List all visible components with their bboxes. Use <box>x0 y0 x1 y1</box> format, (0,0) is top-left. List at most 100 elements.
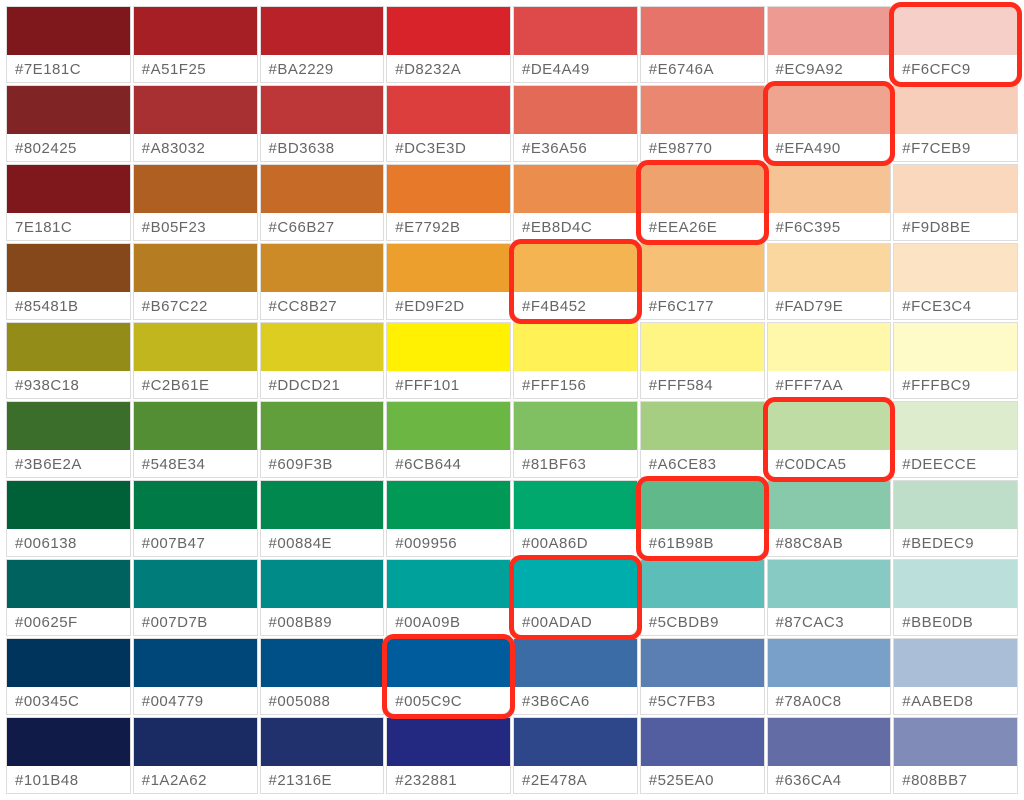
color-swatch[interactable]: #1A2A62 <box>133 717 258 794</box>
color-swatch[interactable]: #BEDEC9 <box>893 480 1018 557</box>
color-swatch[interactable]: #232881 <box>386 717 511 794</box>
color-swatch[interactable]: #548E34 <box>133 401 258 478</box>
color-swatch[interactable]: #007D7B <box>133 559 258 636</box>
color-swatch[interactable]: #78A0C8 <box>767 638 892 715</box>
color-swatch[interactable]: #DE4A49 <box>513 6 638 83</box>
color-swatch[interactable]: #BA2229 <box>260 6 385 83</box>
color-swatch[interactable]: #00A09B <box>386 559 511 636</box>
color-swatch[interactable]: #F6C395 <box>767 164 892 241</box>
color-block <box>768 7 891 55</box>
color-swatch[interactable]: #A51F25 <box>133 6 258 83</box>
color-swatch[interactable]: #F6C177 <box>640 243 765 320</box>
color-swatch[interactable]: #A6CE83 <box>640 401 765 478</box>
color-swatch[interactable]: #F6CFC9 <box>893 6 1018 83</box>
color-swatch[interactable]: #EEA26E <box>640 164 765 241</box>
color-swatch[interactable]: #DEECCE <box>893 401 1018 478</box>
color-swatch[interactable]: #21316E <box>260 717 385 794</box>
color-swatch[interactable]: #938C18 <box>6 322 131 399</box>
color-swatch[interactable]: #00345C <box>6 638 131 715</box>
color-swatch[interactable]: #C66B27 <box>260 164 385 241</box>
color-swatch[interactable]: #802425 <box>6 85 131 162</box>
color-swatch[interactable]: #101B48 <box>6 717 131 794</box>
color-hex-label: #BBE0DB <box>894 608 1017 635</box>
color-block <box>7 560 130 608</box>
color-swatch[interactable]: #88C8AB <box>767 480 892 557</box>
color-swatch[interactable]: #FFF156 <box>513 322 638 399</box>
color-swatch[interactable]: #DC3E3D <box>386 85 511 162</box>
color-block <box>641 560 764 608</box>
color-swatch[interactable]: #009956 <box>386 480 511 557</box>
color-swatch[interactable]: #FFF7AA <box>767 322 892 399</box>
color-swatch[interactable]: #7E181C <box>6 6 131 83</box>
color-block <box>514 7 637 55</box>
color-block <box>7 639 130 687</box>
color-swatch[interactable]: #E6746A <box>640 6 765 83</box>
color-swatch[interactable]: #A83032 <box>133 85 258 162</box>
color-hex-label: #6CB644 <box>387 450 510 477</box>
color-block <box>7 165 130 213</box>
color-swatch[interactable]: #81BF63 <box>513 401 638 478</box>
color-hex-label: #7E181C <box>7 55 130 82</box>
color-swatch[interactable]: #2E478A <box>513 717 638 794</box>
color-swatch[interactable]: #5CBDB9 <box>640 559 765 636</box>
color-swatch[interactable]: #EC9A92 <box>767 6 892 83</box>
color-swatch[interactable]: #F4B452 <box>513 243 638 320</box>
color-swatch[interactable]: #609F3B <box>260 401 385 478</box>
color-swatch[interactable]: #00ADAD <box>513 559 638 636</box>
color-swatch[interactable]: #5C7FB3 <box>640 638 765 715</box>
color-swatch[interactable]: #EB8D4C <box>513 164 638 241</box>
color-swatch[interactable]: #BD3638 <box>260 85 385 162</box>
color-swatch[interactable]: #00884E <box>260 480 385 557</box>
color-swatch[interactable]: #636CA4 <box>767 717 892 794</box>
color-swatch[interactable]: #FFFBC9 <box>893 322 1018 399</box>
color-swatch[interactable]: #BBE0DB <box>893 559 1018 636</box>
color-swatch[interactable]: #D8232A <box>386 6 511 83</box>
color-swatch[interactable]: #00A86D <box>513 480 638 557</box>
color-swatch[interactable]: #85481B <box>6 243 131 320</box>
color-hex-label: #1A2A62 <box>134 766 257 793</box>
color-swatch[interactable]: #3B6E2A <box>6 401 131 478</box>
color-swatch[interactable]: #CC8B27 <box>260 243 385 320</box>
color-block <box>387 481 510 529</box>
color-swatch[interactable]: #6CB644 <box>386 401 511 478</box>
color-swatch[interactable]: #FCE3C4 <box>893 243 1018 320</box>
color-swatch[interactable]: #B05F23 <box>133 164 258 241</box>
color-swatch[interactable]: #E36A56 <box>513 85 638 162</box>
color-swatch[interactable]: #AABED8 <box>893 638 1018 715</box>
color-hex-label: #EB8D4C <box>514 213 637 240</box>
color-block <box>894 402 1017 450</box>
color-swatch[interactable]: #E7792B <box>386 164 511 241</box>
color-swatch[interactable]: #DDCD21 <box>260 322 385 399</box>
color-swatch[interactable]: #005C9C <box>386 638 511 715</box>
color-swatch[interactable]: #004779 <box>133 638 258 715</box>
color-swatch[interactable]: #87CAC3 <box>767 559 892 636</box>
color-hex-label: #61B98B <box>641 529 764 556</box>
color-swatch[interactable]: #E98770 <box>640 85 765 162</box>
color-swatch[interactable]: #005088 <box>260 638 385 715</box>
color-swatch[interactable]: #808BB7 <box>893 717 1018 794</box>
color-hex-label: #005C9C <box>387 687 510 714</box>
color-swatch[interactable]: #FAD79E <box>767 243 892 320</box>
color-block <box>894 481 1017 529</box>
color-swatch[interactable]: #C0DCA5 <box>767 401 892 478</box>
color-swatch[interactable]: #3B6CA6 <box>513 638 638 715</box>
color-block <box>261 639 384 687</box>
color-swatch[interactable]: #006138 <box>6 480 131 557</box>
color-swatch[interactable]: #007B47 <box>133 480 258 557</box>
color-swatch[interactable]: #525EA0 <box>640 717 765 794</box>
color-swatch[interactable]: #00625F <box>6 559 131 636</box>
color-swatch[interactable]: #FFF584 <box>640 322 765 399</box>
color-swatch[interactable]: #61B98B <box>640 480 765 557</box>
color-block <box>894 7 1017 55</box>
color-swatch[interactable]: #EFA490 <box>767 85 892 162</box>
color-swatch[interactable]: #ED9F2D <box>386 243 511 320</box>
color-hex-label: #B05F23 <box>134 213 257 240</box>
color-swatch[interactable]: #B67C22 <box>133 243 258 320</box>
color-swatch[interactable]: 7E181C <box>6 164 131 241</box>
color-swatch[interactable]: #C2B61E <box>133 322 258 399</box>
color-swatch[interactable]: #008B89 <box>260 559 385 636</box>
color-swatch[interactable]: #F7CEB9 <box>893 85 1018 162</box>
color-swatch[interactable]: #F9D8BE <box>893 164 1018 241</box>
color-swatch[interactable]: #FFF101 <box>386 322 511 399</box>
color-hex-label: #BA2229 <box>261 55 384 82</box>
